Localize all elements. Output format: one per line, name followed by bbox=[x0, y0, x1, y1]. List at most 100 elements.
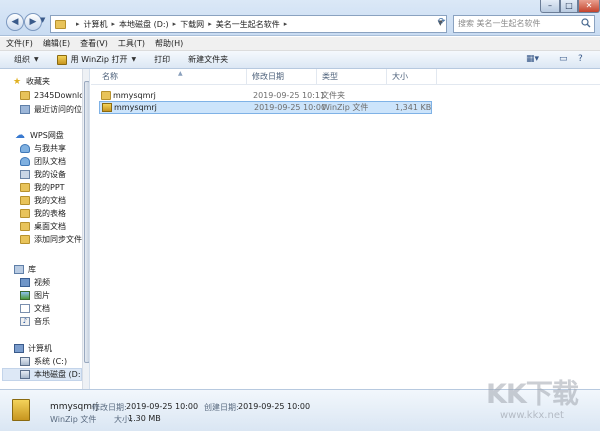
nav-wps-header[interactable]: ☁ WPS网盘 bbox=[14, 129, 89, 142]
menu-edit[interactable]: 编辑(E) bbox=[43, 38, 70, 49]
details-created-label: 创建日期: bbox=[204, 403, 239, 412]
nav-item-desktop-docs[interactable]: 桌面文档 bbox=[20, 220, 89, 233]
folder-icon bbox=[20, 222, 30, 231]
computer-icon bbox=[14, 344, 24, 353]
breadcrumb-separator-icon[interactable]: ▸ bbox=[76, 20, 80, 28]
nav-item-my-devices[interactable]: 我的设备 bbox=[20, 168, 89, 181]
maximize-icon: □ bbox=[565, 1, 573, 10]
column-header-type[interactable]: 类型 bbox=[317, 69, 387, 85]
nav-item-drive-d[interactable]: 本地磁盘 (D:) bbox=[2, 368, 82, 381]
breadcrumb-separator-icon[interactable]: ▸ bbox=[173, 20, 177, 28]
video-icon bbox=[20, 278, 30, 287]
organize-label: 组织 bbox=[14, 55, 30, 64]
music-icon: ♪ bbox=[20, 317, 30, 326]
column-header-date[interactable]: 修改日期 bbox=[247, 69, 317, 85]
print-button[interactable]: 打印 bbox=[154, 54, 170, 65]
picture-icon bbox=[20, 291, 30, 300]
details-modified-label: 修改日期: bbox=[92, 403, 127, 412]
search-placeholder: 搜索 美名一生起名软件 bbox=[458, 19, 541, 28]
winzip-icon bbox=[102, 103, 112, 112]
close-icon: ✕ bbox=[585, 1, 593, 10]
folder-icon bbox=[20, 209, 30, 218]
nav-item-my-sheets[interactable]: 我的表格 bbox=[20, 207, 89, 220]
details-created-value: 2019-09-25 10:00 bbox=[238, 402, 311, 411]
breadcrumb-current-folder[interactable]: 美名一生起名软件 bbox=[216, 19, 280, 30]
menu-tools[interactable]: 工具(T) bbox=[118, 38, 145, 49]
address-folder-icon bbox=[55, 19, 66, 29]
star-icon: ★ bbox=[12, 76, 22, 87]
nav-item-pictures[interactable]: 图片 bbox=[20, 289, 89, 302]
navigation-scrollbar[interactable] bbox=[82, 69, 89, 389]
column-header-name[interactable]: ▲ 名称 bbox=[97, 69, 247, 85]
maximize-button[interactable]: □ bbox=[560, 0, 578, 13]
nav-item-my-ppt[interactable]: 我的PPT bbox=[20, 181, 89, 194]
nav-libraries-header[interactable]: 库 bbox=[14, 263, 89, 276]
menu-view[interactable]: 查看(V) bbox=[80, 38, 108, 49]
view-options-icon[interactable]: ▦▾ bbox=[526, 54, 539, 64]
minimize-icon: – bbox=[548, 1, 552, 10]
open-with-label: 用 WinZip 打开 bbox=[70, 55, 128, 64]
recent-places-icon bbox=[20, 105, 30, 114]
breadcrumb-drive-d[interactable]: 本地磁盘 (D:) bbox=[119, 19, 169, 30]
file-row[interactable]: mmysqmrj 2019-09-25 10:00 WinZip 文件 1,34… bbox=[99, 101, 432, 114]
open-with-winzip-button[interactable]: 用 WinZip 打开 ▼ bbox=[56, 54, 137, 65]
column-header-size[interactable]: 大小 bbox=[387, 69, 437, 85]
breadcrumb-download-folder[interactable]: 下载网 bbox=[180, 19, 204, 30]
recent-pages-dropdown-icon[interactable]: ▼ bbox=[40, 16, 48, 24]
navigation-pane: ★ 收藏夹 2345Downloads 最近访问的位置 ☁ WPS网盘 与我共享… bbox=[0, 69, 90, 389]
nav-item-shared-with-me[interactable]: 与我共享 bbox=[20, 142, 89, 155]
search-input[interactable]: 搜索 美名一生起名软件 bbox=[453, 15, 595, 33]
menu-help[interactable]: 帮助(H) bbox=[155, 38, 183, 49]
nav-item-team-docs[interactable]: 团队文档 bbox=[20, 155, 89, 168]
details-size-value: 1.30 MB bbox=[128, 414, 161, 423]
help-icon[interactable]: ? bbox=[578, 54, 583, 64]
library-icon bbox=[14, 265, 24, 274]
nav-item-documents[interactable]: 文档 bbox=[20, 302, 89, 315]
close-button[interactable]: ✕ bbox=[578, 0, 600, 13]
nav-item-music[interactable]: ♪ 音乐 bbox=[20, 315, 89, 328]
forward-arrow-icon: ▶ bbox=[29, 17, 37, 27]
title-bar: ◀ ▶ ▼ ▸ 计算机 ▸ 本地磁盘 (D:) ▸ 下载网 ▸ 美名一生起名软件… bbox=[0, 0, 600, 36]
shared-icon bbox=[20, 144, 30, 153]
folder-icon bbox=[20, 91, 30, 100]
chevron-down-icon: ▼ bbox=[34, 56, 39, 63]
preview-pane-icon[interactable]: ▭ bbox=[559, 54, 568, 64]
cloud-icon: ☁ bbox=[15, 130, 25, 141]
breadcrumb-separator-icon[interactable]: ▸ bbox=[112, 20, 116, 28]
winzip-file-icon bbox=[12, 399, 30, 421]
nav-item-recent-places[interactable]: 最近访问的位置 bbox=[20, 103, 89, 116]
refresh-icon[interactable]: ⟳ bbox=[438, 17, 446, 27]
nav-item-my-documents[interactable]: 我的文档 bbox=[20, 194, 89, 207]
command-bar: 组织 ▼ 用 WinZip 打开 ▼ 打印 新建文件夹 ▦▾ ▭ ? bbox=[0, 51, 600, 69]
nav-item-add-sync-folder[interactable]: 添加同步文件夹 bbox=[20, 233, 89, 246]
chevron-down-icon: ▼ bbox=[131, 56, 137, 63]
search-icon bbox=[581, 18, 591, 28]
breadcrumb-computer[interactable]: 计算机 bbox=[84, 19, 108, 30]
nav-item-videos[interactable]: 视频 bbox=[20, 276, 89, 289]
document-icon bbox=[20, 304, 30, 313]
file-list: ▲ 名称 修改日期 类型 大小 mmysqmrj 2019-09-25 10:1… bbox=[91, 69, 600, 389]
breadcrumb: ▸ 计算机 ▸ 本地磁盘 (D:) ▸ 下载网 ▸ 美名一生起名软件 ▸ bbox=[72, 19, 291, 30]
address-bar[interactable]: ▸ 计算机 ▸ 本地磁盘 (D:) ▸ 下载网 ▸ 美名一生起名软件 ▸ ▼ bbox=[50, 15, 447, 33]
breadcrumb-separator-icon[interactable]: ▸ bbox=[284, 20, 288, 28]
watermark: KK下载 www.kkx.net bbox=[478, 372, 596, 428]
back-button[interactable]: ◀ bbox=[6, 13, 24, 31]
new-folder-button[interactable]: 新建文件夹 bbox=[188, 54, 228, 65]
drive-icon bbox=[20, 370, 30, 379]
folder-icon bbox=[20, 235, 30, 244]
breadcrumb-separator-icon[interactable]: ▸ bbox=[208, 20, 212, 28]
drive-icon bbox=[20, 357, 30, 366]
nav-favorites-header[interactable]: ★ 收藏夹 bbox=[12, 75, 89, 88]
watermark-url: www.kkx.net bbox=[500, 410, 564, 421]
navigation-scrollbar-thumb[interactable] bbox=[84, 81, 89, 363]
organize-button[interactable]: 组织 ▼ bbox=[14, 54, 39, 65]
nav-item-2345downloads[interactable]: 2345Downloads bbox=[20, 89, 89, 102]
details-file-type: WinZip 文件 bbox=[50, 415, 97, 424]
menu-file[interactable]: 文件(F) bbox=[6, 38, 33, 49]
nav-computer-header[interactable]: 计算机 bbox=[14, 342, 89, 355]
folder-icon bbox=[20, 196, 30, 205]
menu-bar: 文件(F) 编辑(E) 查看(V) 工具(T) 帮助(H) bbox=[0, 37, 600, 51]
nav-item-drive-c[interactable]: 系统 (C:) bbox=[20, 355, 89, 368]
minimize-button[interactable]: – bbox=[540, 0, 560, 13]
details-file-name: mmysqmrj bbox=[50, 402, 99, 412]
